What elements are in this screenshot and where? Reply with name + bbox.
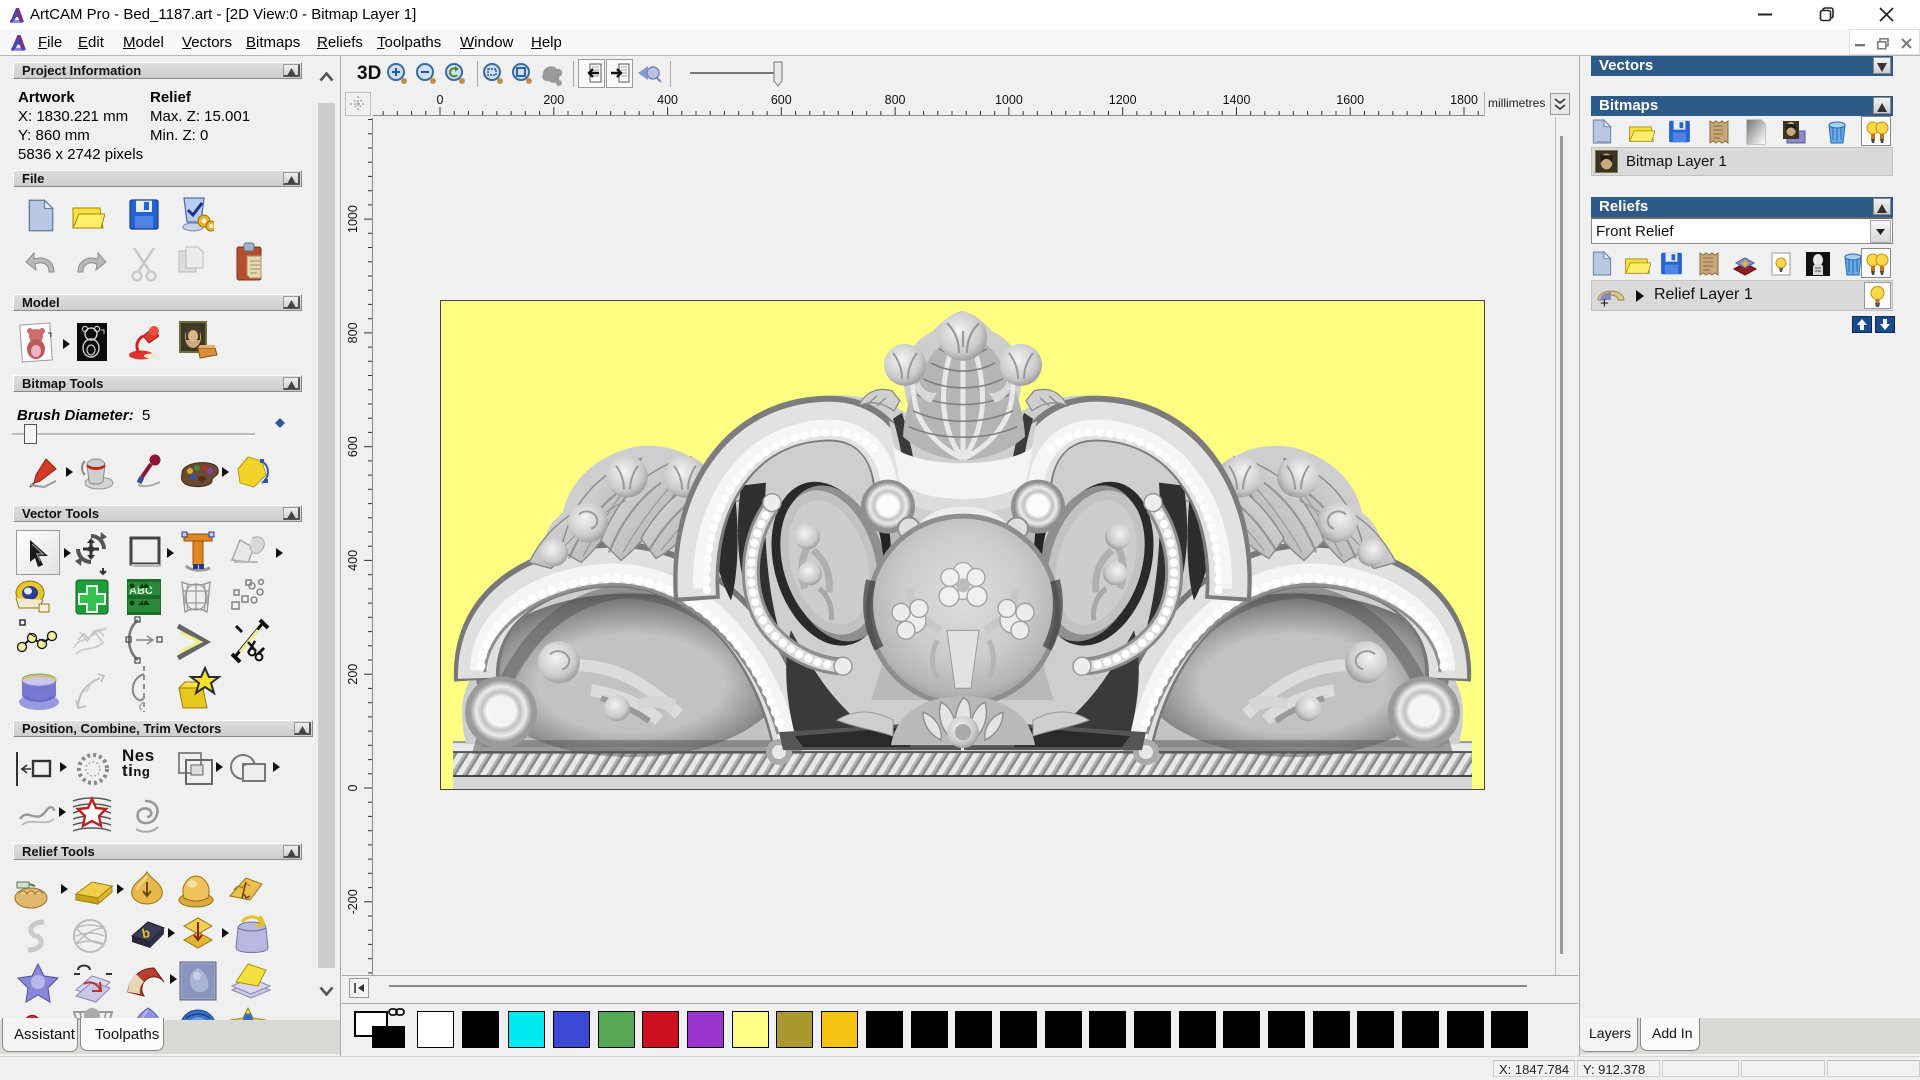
svg-text:0: 0 <box>346 784 360 791</box>
svg-text:1200: 1200 <box>1109 93 1137 107</box>
svg-text:800: 800 <box>885 93 906 107</box>
svg-text:400: 400 <box>657 93 678 107</box>
svg-text:1000: 1000 <box>995 93 1023 107</box>
svg-text:1000: 1000 <box>346 205 360 233</box>
svg-text:200: 200 <box>346 664 360 685</box>
svg-text:0: 0 <box>437 93 444 107</box>
svg-text:600: 600 <box>771 93 792 107</box>
svg-text:1800: 1800 <box>1450 93 1478 107</box>
svg-text:800: 800 <box>346 322 360 343</box>
svg-text:400: 400 <box>346 550 360 571</box>
svg-text:200: 200 <box>543 93 564 107</box>
svg-text:1400: 1400 <box>1223 93 1251 107</box>
svg-text:-200: -200 <box>346 889 360 914</box>
svg-text:600: 600 <box>346 436 360 457</box>
svg-text:1600: 1600 <box>1336 93 1364 107</box>
